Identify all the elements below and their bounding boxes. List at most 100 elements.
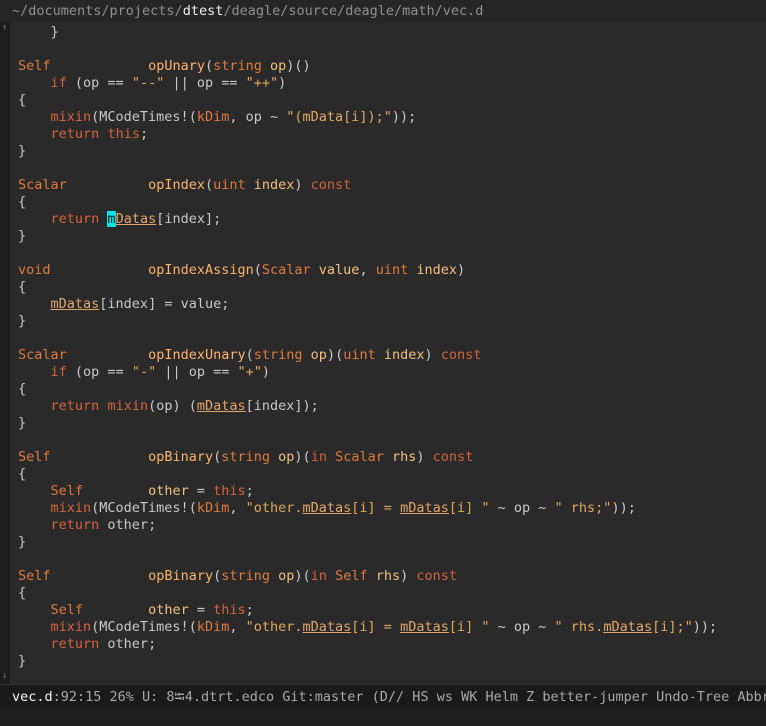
code-line[interactable]: return mDatas[index]; bbox=[18, 211, 221, 228]
echo-area[interactable] bbox=[0, 708, 766, 726]
code-line[interactable]: } bbox=[18, 653, 26, 670]
code-token: this bbox=[107, 126, 140, 142]
code-token: opIndex bbox=[148, 177, 205, 193]
code-token: mDatas bbox=[400, 500, 449, 516]
code-token: ; bbox=[245, 483, 254, 499]
code-token: op bbox=[270, 58, 287, 74]
project-name: dtest bbox=[182, 3, 224, 19]
scroll-up-indicator-icon: ↑ bbox=[2, 23, 8, 33]
code-token: )); bbox=[692, 619, 718, 635]
code-token: const bbox=[432, 449, 474, 465]
code-token: (MCodeTimes!( bbox=[91, 500, 197, 516]
code-token: Self bbox=[18, 58, 51, 74]
code-token: [i] " bbox=[448, 500, 490, 516]
code-line[interactable]: Self opBinary(string op)(in Scalar rhs) … bbox=[18, 449, 473, 466]
code-token: Scalar bbox=[261, 262, 311, 278]
code-token: ( bbox=[213, 449, 222, 465]
code-line[interactable]: if (op == "-" || op == "+") bbox=[18, 364, 271, 381]
code-line[interactable]: return other; bbox=[18, 636, 157, 653]
code-line[interactable]: { bbox=[18, 381, 26, 398]
code-line[interactable]: return mixin(op) (mDatas[index]); bbox=[18, 398, 319, 415]
code-line[interactable]: } bbox=[18, 534, 26, 551]
code-line[interactable]: } bbox=[18, 415, 26, 432]
code-token: ) bbox=[424, 347, 441, 363]
code-token: (MCodeTimes!( bbox=[91, 619, 197, 635]
code-token: return bbox=[50, 517, 100, 533]
code-token: string bbox=[221, 449, 271, 465]
code-token: , bbox=[359, 262, 376, 278]
code-line[interactable]: mixin(MCodeTimes!(kDim, "other.mDatas[i]… bbox=[18, 500, 636, 517]
code-token: { bbox=[18, 92, 27, 108]
code-line[interactable]: Self other = this; bbox=[18, 483, 254, 500]
code-line[interactable]: mDatas[index] = value; bbox=[18, 296, 230, 313]
code-token: kDim bbox=[196, 500, 230, 516]
code-line[interactable]: } bbox=[18, 143, 26, 160]
code-token: } bbox=[18, 313, 27, 329]
code-token: Scalar bbox=[335, 449, 384, 465]
code-line[interactable]: return this; bbox=[18, 126, 149, 143]
code-line[interactable]: if (op == "--" || op == "++") bbox=[18, 75, 287, 92]
code-token: Self bbox=[335, 568, 368, 584]
code-token: mDatas bbox=[603, 619, 653, 635]
code-token: string bbox=[213, 58, 262, 74]
code-token: string bbox=[253, 347, 303, 363]
code-line[interactable]: { bbox=[18, 279, 26, 296]
code-token: (op == bbox=[66, 364, 132, 380]
code-token: ( bbox=[253, 262, 262, 278]
code-line[interactable]: Self other = this; bbox=[18, 602, 254, 619]
path-prefix: ~/documents/projects/ bbox=[12, 3, 183, 19]
code-token: const bbox=[416, 568, 458, 584]
code-token: , bbox=[229, 500, 246, 516]
code-line[interactable]: } bbox=[18, 24, 59, 41]
code-token: " rhs;" bbox=[554, 500, 612, 516]
code-token: op bbox=[278, 568, 295, 584]
code-line[interactable]: { bbox=[18, 92, 26, 109]
code-token: Self bbox=[18, 449, 51, 465]
code-token: = bbox=[188, 483, 214, 499]
code-line[interactable]: mixin(MCodeTimes!(kDim, "other.mDatas[i]… bbox=[18, 619, 718, 636]
code-token: return bbox=[50, 636, 100, 652]
code-line[interactable]: void opIndexAssign(Scalar value, uint in… bbox=[18, 262, 465, 279]
code-line[interactable]: Self opUnary(string op)() bbox=[18, 58, 311, 75]
code-token: void bbox=[18, 262, 51, 278]
code-token: ) bbox=[457, 262, 466, 278]
code-token: } bbox=[18, 143, 27, 159]
code-token: )( bbox=[294, 449, 311, 465]
code-token: Self bbox=[50, 602, 84, 618]
code-editor[interactable]: } Self opUnary(string op)() if (op == "--… bbox=[10, 22, 766, 684]
code-token: , bbox=[229, 619, 246, 635]
code-token: Self bbox=[50, 483, 84, 499]
mode-line-status: :92:15 26% U: 8⭾4.dtrt.edco Git:master (… bbox=[52, 689, 766, 705]
code-line[interactable]: { bbox=[18, 466, 26, 483]
code-token: ( bbox=[213, 568, 222, 584]
code-token: opIndexAssign bbox=[148, 262, 254, 278]
code-token: Scalar bbox=[18, 177, 67, 193]
code-line[interactable]: Scalar opIndexUnary(string op)(uint inde… bbox=[18, 347, 481, 364]
code-line[interactable]: Self opBinary(string op)(in Self rhs) co… bbox=[18, 568, 457, 585]
code-line[interactable]: } bbox=[18, 228, 26, 245]
code-line[interactable]: { bbox=[18, 585, 26, 602]
code-token: uint bbox=[375, 262, 409, 278]
code-line[interactable]: { bbox=[18, 194, 26, 211]
code-token: rhs bbox=[392, 449, 417, 465]
code-line[interactable]: return other; bbox=[18, 517, 157, 534]
code-token: ; bbox=[139, 126, 149, 142]
code-token: mixin bbox=[50, 500, 92, 516]
code-line[interactable]: mixin(MCodeTimes!(kDim, op ~ "(mData[i])… bbox=[18, 109, 417, 126]
code-token: ( bbox=[204, 58, 214, 74]
code-line[interactable]: Scalar opIndex(uint index) const bbox=[18, 177, 351, 194]
buffer-name: vec.d bbox=[12, 689, 53, 705]
code-token: )); bbox=[391, 109, 417, 125]
code-token: [i] " bbox=[448, 619, 490, 635]
code-token: this bbox=[213, 483, 246, 499]
code-line[interactable]: } bbox=[18, 313, 26, 330]
